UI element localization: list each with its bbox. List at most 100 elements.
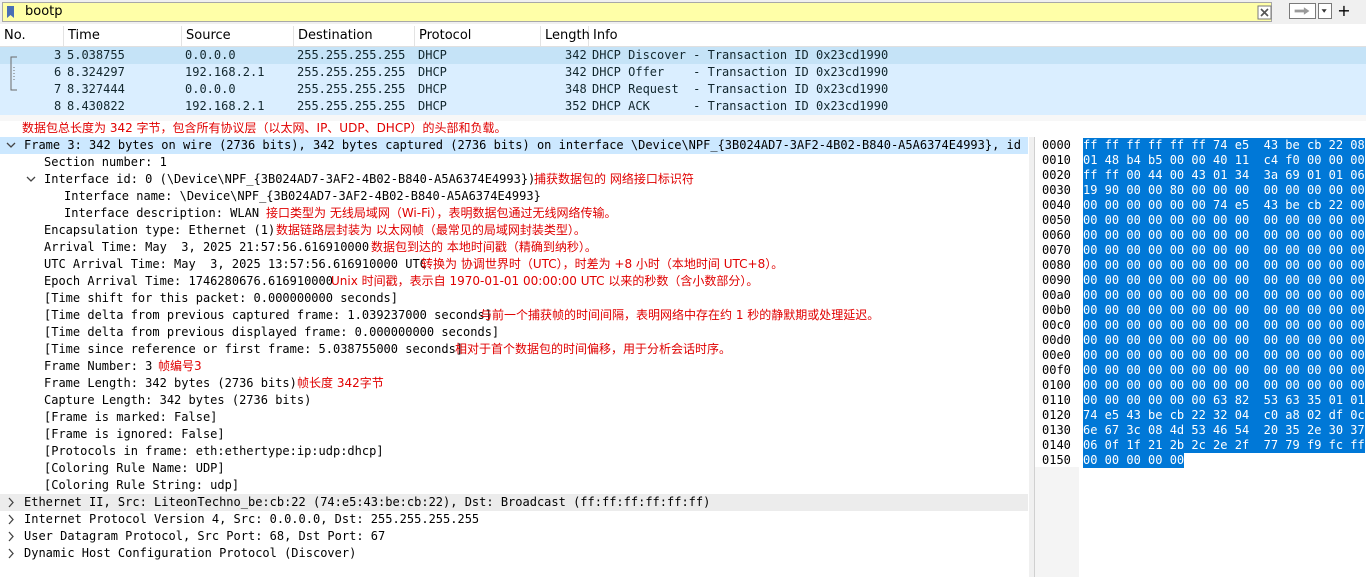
column-header-protocol[interactable]: Protocol — [415, 26, 541, 46]
clear-filter-icon[interactable] — [1257, 5, 1272, 20]
chevron-right-icon[interactable] — [4, 494, 18, 511]
annotation: 数据包到达的 本地时间戳（精确到纳秒）。 — [371, 240, 597, 254]
hex-offset: 0150 — [1042, 453, 1071, 467]
hex-byte-line[interactable]: 74 e5 43 be cb 22 32 04 c0 a8 02 df 0c — [1083, 408, 1365, 423]
tree-item[interactable]: Encapsulation type: Ethernet (1) 数据链路层封装… — [0, 222, 1028, 239]
tree-item[interactable]: Epoch Arrival Time: 1746280676.616910000… — [0, 273, 1028, 290]
hex-byte-line[interactable]: 00 00 00 00 00 00 00 00 00 00 00 00 00 — [1083, 363, 1365, 378]
column-header-source[interactable]: Source — [182, 26, 294, 46]
add-filter-button[interactable]: + — [1336, 1, 1352, 21]
tree-item[interactable]: Frame Number: 3 帧编号3 — [0, 358, 1028, 375]
hex-byte-line[interactable]: 00 00 00 00 00 00 00 00 00 00 00 00 00 — [1083, 228, 1365, 243]
tree-item[interactable]: [Frame is ignored: False] — [0, 426, 1028, 443]
packet-source: 0.0.0.0 — [185, 48, 236, 62]
chevron-down-icon[interactable] — [24, 171, 38, 188]
tree-item[interactable]: Interface description: WLAN 接口类型为 无线局域网（… — [0, 205, 1028, 222]
hex-byte-line[interactable]: ff ff ff ff ff ff 74 e5 43 be cb 22 08 — [1083, 138, 1365, 153]
conversation-bracket-icon — [10, 56, 17, 91]
packet-time: 5.038755 — [67, 48, 125, 62]
hex-offset: 0000 — [1042, 138, 1071, 152]
packet-row[interactable]: 6 8.324297 192.168.2.1 255.255.255.255 D… — [0, 64, 1366, 81]
hex-byte-line[interactable]: 00 00 00 00 00 00 00 00 00 00 00 00 00 — [1083, 318, 1365, 333]
tree-item-text: [Time shift for this packet: 0.000000000… — [44, 291, 399, 305]
hex-offset: 00b0 — [1042, 303, 1071, 317]
hex-byte-line[interactable]: 00 00 00 00 00 00 00 00 00 00 00 00 00 — [1083, 333, 1365, 348]
apply-filter-button[interactable] — [1289, 3, 1316, 19]
hex-offset: 0060 — [1042, 228, 1071, 242]
packet-source: 0.0.0.0 — [185, 82, 236, 96]
column-header-info[interactable]: Info — [589, 26, 1366, 46]
column-header-no[interactable]: No. — [0, 26, 64, 46]
hex-scrollbar[interactable] — [1035, 467, 1079, 577]
hex-byte-line[interactable]: 00 00 00 00 00 00 00 00 00 00 00 00 00 — [1083, 213, 1365, 228]
annotation: 相对于首个数据包的时间偏移，用于分析会话时序。 — [455, 342, 732, 356]
recent-filters-dropdown[interactable] — [1318, 3, 1332, 19]
packet-list-header: No. Time Source Destination Protocol Len… — [0, 26, 1366, 47]
tree-item[interactable]: Frame Length: 342 bytes (2736 bits) 帧长度 … — [0, 375, 1028, 392]
tree-item-udp[interactable]: User Datagram Protocol, Src Port: 68, Ds… — [0, 528, 1028, 545]
tree-item[interactable]: [Frame is marked: False] — [0, 409, 1028, 426]
hex-byte-line[interactable]: ff ff 00 44 00 43 01 34 3a 69 01 01 06 — [1083, 168, 1365, 183]
packet-row-selected[interactable]: 3 5.038755 0.0.0.0 255.255.255.255 DHCP … — [0, 47, 1366, 64]
column-header-time[interactable]: Time — [64, 26, 182, 46]
hex-byte-line[interactable]: 00 00 00 00 00 — [1083, 453, 1185, 468]
hex-byte-line[interactable]: 00 00 00 00 00 00 63 82 53 63 35 01 01 — [1083, 393, 1365, 408]
hex-byte-line[interactable]: 6e 67 3c 08 4d 53 46 54 20 35 2e 30 37 — [1083, 423, 1365, 438]
tree-item[interactable]: [Time shift for this packet: 0.000000000… — [0, 290, 1028, 307]
annotation: 接口类型为 无线局域网（Wi-Fi），表明数据包通过无线网络传输。 — [266, 206, 617, 220]
annotation: 转换为 协调世界时（UTC），时差为 +8 小时（本地时间 UTC+8）。 — [421, 257, 784, 271]
packet-time: 8.430822 — [67, 99, 125, 113]
tree-item[interactable]: [Coloring Rule String: udp] — [0, 477, 1028, 494]
chevron-right-icon[interactable] — [4, 545, 18, 562]
tree-item[interactable]: [Protocols in frame: eth:ethertype:ip:ud… — [0, 443, 1028, 460]
tree-item[interactable]: UTC Arrival Time: May 3, 2025 13:57:56.6… — [0, 256, 1028, 273]
hex-byte-line[interactable]: 06 0f 1f 21 2b 2c 2e 2f 77 79 f9 fc ff — [1083, 438, 1365, 453]
packet-destination: 255.255.255.255 — [297, 48, 406, 62]
tree-item[interactable]: Capture Length: 342 bytes (2736 bits) — [0, 392, 1028, 409]
hex-offset: 0030 — [1042, 183, 1071, 197]
column-header-length[interactable]: Length — [541, 26, 590, 46]
hex-byte-line[interactable]: 00 00 00 00 00 00 74 e5 43 be cb 22 00 — [1083, 198, 1365, 213]
hex-offset: 0040 — [1042, 198, 1071, 212]
tree-item-text: [Protocols in frame: eth:ethertype:ip:ud… — [44, 444, 384, 458]
hex-offset: 0050 — [1042, 213, 1071, 227]
tree-item[interactable]: Arrival Time: May 3, 2025 21:57:56.61691… — [0, 239, 1028, 256]
hex-byte-line[interactable]: 01 48 b4 b5 00 00 40 11 c4 f0 00 00 00 — [1083, 153, 1365, 168]
tree-item-text: Encapsulation type: Ethernet (1) — [44, 223, 276, 237]
hex-byte-line[interactable]: 00 00 00 00 00 00 00 00 00 00 00 00 00 — [1083, 303, 1365, 318]
tree-item-dhcp[interactable]: Dynamic Host Configuration Protocol (Dis… — [0, 545, 1028, 562]
chevron-right-icon[interactable] — [4, 528, 18, 545]
tree-item-text: Frame Length: 342 bytes (2736 bits) — [44, 376, 297, 390]
packet-row[interactable]: 8 8.430822 192.168.2.1 255.255.255.255 D… — [0, 98, 1366, 115]
column-header-destination[interactable]: Destination — [294, 26, 415, 46]
hex-byte-line[interactable]: 00 00 00 00 00 00 00 00 00 00 00 00 00 — [1083, 243, 1365, 258]
tree-item[interactable]: [Time delta from previous captured frame… — [0, 307, 1028, 324]
hex-byte-line[interactable]: 00 00 00 00 00 00 00 00 00 00 00 00 00 — [1083, 378, 1365, 393]
tree-item-ethernet[interactable]: Ethernet II, Src: LiteonTechno_be:cb:22 … — [0, 494, 1028, 511]
tree-item-ipv4[interactable]: Internet Protocol Version 4, Src: 0.0.0.… — [0, 511, 1028, 528]
hex-byte-line[interactable]: 00 00 00 00 00 00 00 00 00 00 00 00 00 — [1083, 348, 1365, 363]
tree-item[interactable]: Interface name: \Device\NPF_{3B024AD7-3A… — [0, 188, 1028, 205]
bookmark-icon[interactable] — [6, 5, 15, 19]
display-filter-input[interactable]: bootp — [2, 2, 1272, 22]
tree-item[interactable]: [Coloring Rule Name: UDP] — [0, 460, 1028, 477]
hex-byte-line[interactable]: 00 00 00 00 00 00 00 00 00 00 00 00 00 — [1083, 258, 1365, 273]
tree-item-interface-id[interactable]: Interface id: 0 (\Device\NPF_{3B024AD7-3… — [0, 171, 1028, 188]
chevron-down-icon — [1321, 9, 1327, 13]
hex-byte-line[interactable]: 00 00 00 00 00 00 00 00 00 00 00 00 00 — [1083, 273, 1365, 288]
packet-info: DHCP Discover - Transaction ID 0x23cd199… — [592, 48, 889, 62]
hex-byte-line[interactable]: 19 90 00 00 80 00 00 00 00 00 00 00 00 — [1083, 183, 1365, 198]
tree-item-text: [Frame is ignored: False] — [44, 427, 225, 441]
tree-item-text: Internet Protocol Version 4, Src: 0.0.0.… — [24, 512, 480, 526]
packet-row[interactable]: 7 8.327444 0.0.0.0 255.255.255.255 DHCP … — [0, 81, 1366, 98]
tree-item-frame[interactable]: Frame 3: 342 bytes on wire (2736 bits), … — [0, 137, 1028, 154]
chevron-down-icon[interactable] — [4, 137, 18, 154]
tree-item[interactable]: [Time delta from previous displayed fram… — [0, 324, 1028, 341]
annotation: Unix 时间戳，表示自 1970-01-01 00:00:00 UTC 以来的… — [331, 274, 759, 288]
chevron-right-icon[interactable] — [4, 511, 18, 528]
tree-item[interactable]: [Time since reference or first frame: 5.… — [0, 341, 1028, 358]
tree-item[interactable]: Section number: 1 — [0, 154, 1028, 171]
display-filter-value: bootp — [25, 4, 63, 19]
hex-byte-line[interactable]: 00 00 00 00 00 00 00 00 00 00 00 00 00 — [1083, 288, 1365, 303]
hex-offset: 00d0 — [1042, 333, 1071, 347]
